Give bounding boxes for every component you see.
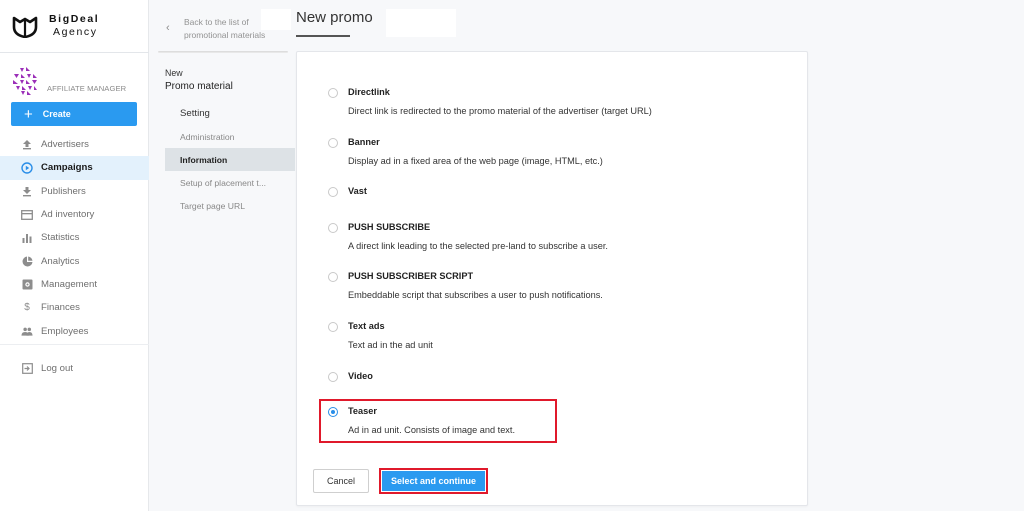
chevron-left-icon: ‹ <box>166 22 170 34</box>
radio-button[interactable] <box>328 187 338 197</box>
pie-chart-icon <box>21 255 33 267</box>
sidebar-item-campaigns[interactable]: Campaigns <box>0 156 149 180</box>
option-title: Directlink <box>348 87 390 97</box>
radio-button[interactable] <box>328 88 338 98</box>
radio-button[interactable] <box>328 372 338 382</box>
option-title: Teaser <box>348 406 377 416</box>
bar-chart-icon <box>21 232 33 244</box>
subnav-new-label: New <box>165 68 183 78</box>
radio-button[interactable] <box>328 223 338 233</box>
sidebar-item-analytics[interactable]: Analytics <box>0 249 149 272</box>
radio-button[interactable] <box>328 272 338 282</box>
sidebar-item-publishers[interactable]: Publishers <box>0 180 149 203</box>
subnav-item-information[interactable]: Information <box>165 148 295 171</box>
sidebar: BigDeal Agency AFFILIATE MANAGER + Creat… <box>0 0 149 511</box>
subnav-item-administration[interactable]: Administration <box>165 125 295 148</box>
sidebar-nav: Advertisers Campaigns Publishers Ad inve… <box>0 133 149 343</box>
select-and-continue-button[interactable]: Select and continue <box>382 471 485 491</box>
option-title: Video <box>348 371 373 381</box>
dollar-icon: $ <box>24 302 30 314</box>
subnav-item-target-page-url[interactable]: Target page URL <box>165 194 295 217</box>
create-button[interactable]: + Create <box>11 102 137 126</box>
subnav-divider <box>158 51 288 53</box>
promo-type-card: Directlink Direct link is redirected to … <box>296 51 808 506</box>
sidebar-item-label: Campaigns <box>41 162 93 174</box>
download-arrow-icon <box>21 185 33 197</box>
avatar-icon <box>13 67 37 95</box>
sidebar-item-label: Statistics <box>41 232 80 244</box>
sidebar-item-label: Finances <box>41 302 80 314</box>
option-description: Display ad in a fixed area of the web pa… <box>348 156 603 166</box>
back-link-text: Back to the list of promotional material… <box>184 16 265 42</box>
option-description: Ad in ad unit. Consists of image and tex… <box>348 425 515 435</box>
sidebar-item-label: Analytics <box>41 255 80 267</box>
promo-subnav: ‹ Back to the list of promotional materi… <box>150 0 295 511</box>
play-circle-icon <box>21 162 33 174</box>
subnav-item-setup-placement[interactable]: Setup of placement t... <box>165 171 295 194</box>
upload-arrow-icon <box>21 139 33 151</box>
option-description: Direct link is redirected to the promo m… <box>348 106 652 116</box>
option-description: A direct link leading to the selected pr… <box>348 241 608 251</box>
sidebar-item-employees[interactable]: Employees <box>0 319 149 342</box>
subnav-list: Setting Administration Information Setup… <box>165 102 295 217</box>
role-label: AFFILIATE MANAGER <box>47 84 127 93</box>
brand-logo-block[interactable]: BigDeal Agency <box>0 0 149 53</box>
sidebar-divider <box>0 344 149 345</box>
sidebar-item-statistics[interactable]: Statistics <box>0 226 149 249</box>
brand-subtitle: Agency <box>53 26 98 38</box>
radio-button-selected[interactable] <box>328 407 338 417</box>
sidebar-item-label: Management <box>41 278 97 290</box>
sidebar-item-label: Advertisers <box>41 139 89 151</box>
active-tab-underline <box>296 35 350 37</box>
sidebar-item-label: Ad inventory <box>41 209 95 221</box>
create-button-label: Create <box>42 109 71 119</box>
brand-name: BigDeal <box>49 13 100 25</box>
option-title: Text ads <box>348 321 385 331</box>
settings-box-icon <box>21 278 33 290</box>
plus-icon: + <box>24 105 33 123</box>
subnav-heading-setting: Setting <box>180 108 210 119</box>
logout-button[interactable]: Log out <box>0 357 149 380</box>
option-description: Text ad in the ad unit <box>348 340 433 350</box>
redacted-area <box>386 9 456 37</box>
option-description: Embeddable script that subscribes a user… <box>348 290 603 300</box>
sidebar-item-advertisers[interactable]: Advertisers <box>0 133 149 156</box>
sidebar-item-ad-inventory[interactable]: Ad inventory <box>0 203 149 226</box>
radio-button[interactable] <box>328 138 338 148</box>
option-title: PUSH SUBSCRIBER SCRIPT <box>348 271 474 281</box>
subnav-title: Promo material <box>165 81 233 92</box>
logout-label: Log out <box>41 363 74 375</box>
sidebar-item-label: Employees <box>41 325 89 337</box>
back-link-line1: Back to the list of <box>184 17 249 27</box>
page-title: New promo <box>296 9 373 26</box>
redacted-area <box>261 9 291 30</box>
sidebar-item-finances[interactable]: $ Finances <box>0 296 149 319</box>
sidebar-item-management[interactable]: Management <box>0 273 149 296</box>
logout-section: Log out <box>0 357 149 380</box>
option-title: Vast <box>348 186 367 196</box>
option-title: PUSH SUBSCRIBE <box>348 222 431 232</box>
cancel-button[interactable]: Cancel <box>313 469 369 493</box>
window-icon <box>21 209 33 221</box>
role-block: AFFILIATE MANAGER <box>10 66 145 98</box>
option-title: Banner <box>348 137 380 147</box>
logout-icon <box>21 363 33 375</box>
radio-button[interactable] <box>328 322 338 332</box>
back-link-line2: promotional materials <box>184 30 266 40</box>
sidebar-item-label: Publishers <box>41 185 86 197</box>
people-icon <box>21 325 33 337</box>
bigdeal-logo-icon <box>12 16 38 38</box>
